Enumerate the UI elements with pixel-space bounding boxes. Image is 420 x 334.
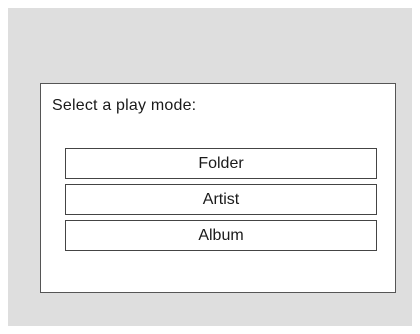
artist-mode-button[interactable]: Artist bbox=[65, 184, 377, 215]
album-mode-button[interactable]: Album bbox=[65, 220, 377, 251]
dialog-prompt: Select a play mode: bbox=[52, 97, 197, 114]
mode-list: Folder Artist Album bbox=[65, 148, 377, 256]
folder-mode-button[interactable]: Folder bbox=[65, 148, 377, 179]
screen-background: Select a play mode: Folder Artist Album bbox=[8, 8, 412, 326]
play-mode-dialog: Select a play mode: Folder Artist Album bbox=[40, 83, 396, 293]
